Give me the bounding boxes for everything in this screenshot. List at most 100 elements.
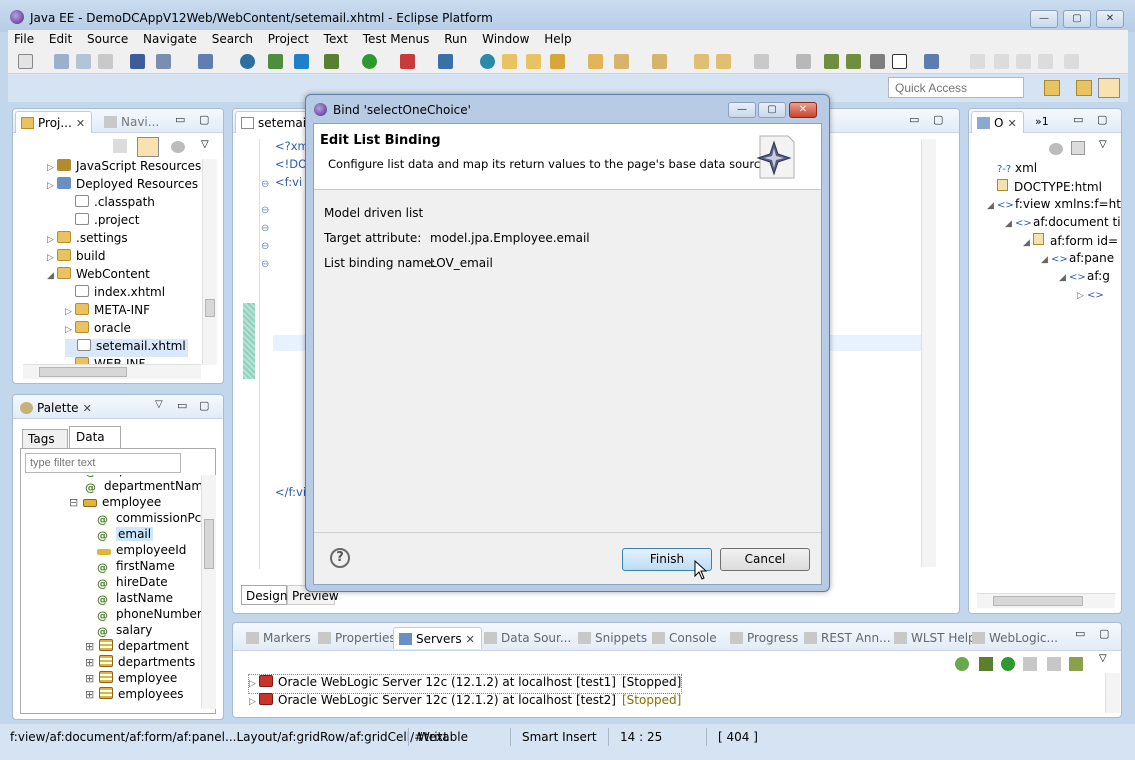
debug-server-icon[interactable] xyxy=(979,657,993,671)
brush-icon[interactable] xyxy=(550,54,565,69)
fold-icon[interactable]: ⊖ xyxy=(261,223,269,234)
open-perspective-icon[interactable] xyxy=(1044,80,1060,96)
web-icon[interactable] xyxy=(480,54,495,69)
tab-navigator[interactable]: Navi... xyxy=(99,111,165,133)
fold-icon[interactable]: ⊖ xyxy=(261,259,269,270)
twisty-icon[interactable]: ◢ xyxy=(1041,255,1051,265)
open-type-icon[interactable] xyxy=(502,54,517,69)
tree-item[interactable]: index.xhtml xyxy=(65,285,165,303)
run-icon[interactable] xyxy=(362,54,377,69)
underline-icon[interactable] xyxy=(970,54,985,69)
menu-file[interactable]: File xyxy=(8,30,39,46)
print-icon[interactable] xyxy=(98,54,113,69)
view-menu-icon[interactable]: ▽ xyxy=(1099,653,1107,664)
tab-project-explorer[interactable]: Proj... ✕ xyxy=(15,111,93,133)
minimize-view-icon[interactable]: ▭ xyxy=(175,113,185,126)
tree-item[interactable]: ▷ JavaScript Resources xyxy=(47,159,201,177)
menu-project[interactable]: Project xyxy=(262,30,314,46)
tab-design[interactable]: Design xyxy=(241,585,287,605)
twisty-icon[interactable]: ▷ xyxy=(47,181,57,191)
maximize-view-icon[interactable]: ▢ xyxy=(1097,113,1107,126)
new-icon[interactable] xyxy=(18,54,33,69)
people-icon[interactable] xyxy=(924,54,939,69)
tab-console[interactable]: Console xyxy=(647,627,723,649)
expand-icon[interactable]: ⊞ xyxy=(85,672,99,685)
tree-item[interactable]: .project xyxy=(65,213,139,231)
maximize-view-icon[interactable]: ▢ xyxy=(199,113,209,126)
server-row[interactable]: ▷ Oracle WebLogic Server 12c (12.1.2) at … xyxy=(249,693,681,711)
menu-run[interactable]: Run xyxy=(438,30,472,46)
menu-text[interactable]: Text xyxy=(318,30,353,46)
view-menu-icon[interactable]: ▽ xyxy=(1099,139,1107,150)
filter-icon[interactable] xyxy=(1049,143,1063,155)
debug-run-icon[interactable] xyxy=(324,54,339,69)
tab-markers[interactable]: Markers xyxy=(241,627,317,649)
tab-outline[interactable]: O ✕ xyxy=(971,111,1024,133)
cancel-button[interactable]: Cancel xyxy=(720,548,810,571)
tab-palette[interactable]: Palette ✕ xyxy=(15,397,98,419)
twisty-icon[interactable]: ▷ xyxy=(249,679,259,689)
outline-item[interactable]: ◢ <>af:document ti xyxy=(1005,215,1121,233)
collapse-all-icon[interactable] xyxy=(1071,141,1085,155)
prev-annotation-icon[interactable] xyxy=(652,54,667,69)
bold-icon[interactable] xyxy=(994,54,1009,69)
twisty-icon[interactable]: ◢ xyxy=(1023,238,1033,248)
tree-item[interactable]: .classpath xyxy=(65,195,155,213)
snowflake-icon[interactable] xyxy=(294,54,309,69)
tab-progress[interactable]: Progress xyxy=(725,627,804,649)
help-button[interactable]: ? xyxy=(330,548,350,568)
outline-item[interactable]: ◢ <>af:g xyxy=(1059,269,1110,287)
font-size-icon[interactable] xyxy=(1038,54,1053,69)
fold-icon[interactable]: ⊖ xyxy=(261,205,269,216)
dialog-minimize-button[interactable]: — xyxy=(728,102,756,118)
maximize-view-icon[interactable]: ▢ xyxy=(933,113,943,126)
forward-icon[interactable] xyxy=(754,54,769,69)
italic-icon[interactable] xyxy=(1016,54,1031,69)
dialog-close-button[interactable]: ✕ xyxy=(789,102,817,118)
quick-access-input[interactable] xyxy=(888,77,1024,98)
menu-test-menus[interactable]: Test Menus xyxy=(357,30,435,46)
filter-icon[interactable] xyxy=(171,141,185,153)
close-icon[interactable]: ✕ xyxy=(76,117,85,130)
outline-item[interactable]: ▷ <> xyxy=(1077,287,1105,305)
stop-server-icon[interactable] xyxy=(1047,657,1061,671)
tree-item[interactable]: ◢ WebContent xyxy=(47,267,150,285)
tab-servers[interactable]: Servers ✕ xyxy=(393,627,482,649)
open-folder-icon[interactable] xyxy=(526,54,541,69)
outline-item[interactable]: ◢ <>f:view xmlns:f=htt xyxy=(987,197,1121,215)
palette-filter-input[interactable] xyxy=(25,453,181,473)
outline-item[interactable]: ?-? xml xyxy=(987,161,1037,179)
save-icon[interactable] xyxy=(54,54,69,69)
close-icon[interactable]: ✕ xyxy=(1007,117,1016,130)
hscroll-thumb[interactable] xyxy=(39,367,127,377)
expand-icon[interactable]: ⊞ xyxy=(85,656,99,669)
editor-vscrollbar[interactable] xyxy=(921,139,936,567)
active-perspective-icon[interactable] xyxy=(1098,78,1120,98)
tree-horizontal-scrollbar[interactable] xyxy=(23,364,201,379)
tab-snippets[interactable]: Snippets xyxy=(573,627,653,649)
maximize-view-icon[interactable]: ▢ xyxy=(199,399,209,412)
layout-icon[interactable] xyxy=(824,54,839,69)
refresh-icon[interactable] xyxy=(955,657,969,671)
deploy-icon[interactable] xyxy=(268,54,283,69)
tree-item[interactable]: ▷ build xyxy=(47,249,106,267)
debug-icon[interactable] xyxy=(130,54,145,69)
source-view-icon[interactable] xyxy=(892,54,907,69)
tree-item[interactable]: ▷ META-INF xyxy=(65,303,150,321)
globe-icon[interactable] xyxy=(240,54,255,69)
tree-item[interactable]: ▷ .settings xyxy=(47,231,128,249)
view-menu-icon[interactable]: ▽ xyxy=(201,139,209,150)
fold-icon[interactable]: ⊖ xyxy=(261,179,269,190)
tree-item[interactable]: ▷ oracle xyxy=(65,321,131,339)
tree-item[interactable]: setemail.xhtml xyxy=(65,339,188,357)
expand-icon[interactable]: ⊞ xyxy=(85,640,99,653)
twisty-icon[interactable]: ▷ xyxy=(65,307,75,317)
twisty-icon[interactable]: ▷ xyxy=(65,325,75,335)
twisty-icon[interactable]: ▷ xyxy=(249,697,259,707)
tab-weblogic[interactable]: WebLogic... xyxy=(967,627,1064,649)
tree-vertical-scrollbar[interactable] xyxy=(202,159,217,365)
twisty-icon[interactable]: ◢ xyxy=(1005,219,1015,229)
tab-properties[interactable]: Properties xyxy=(313,627,402,649)
tab-rest-ann[interactable]: REST Ann... xyxy=(799,627,897,649)
back-arrow-icon[interactable] xyxy=(716,54,731,69)
